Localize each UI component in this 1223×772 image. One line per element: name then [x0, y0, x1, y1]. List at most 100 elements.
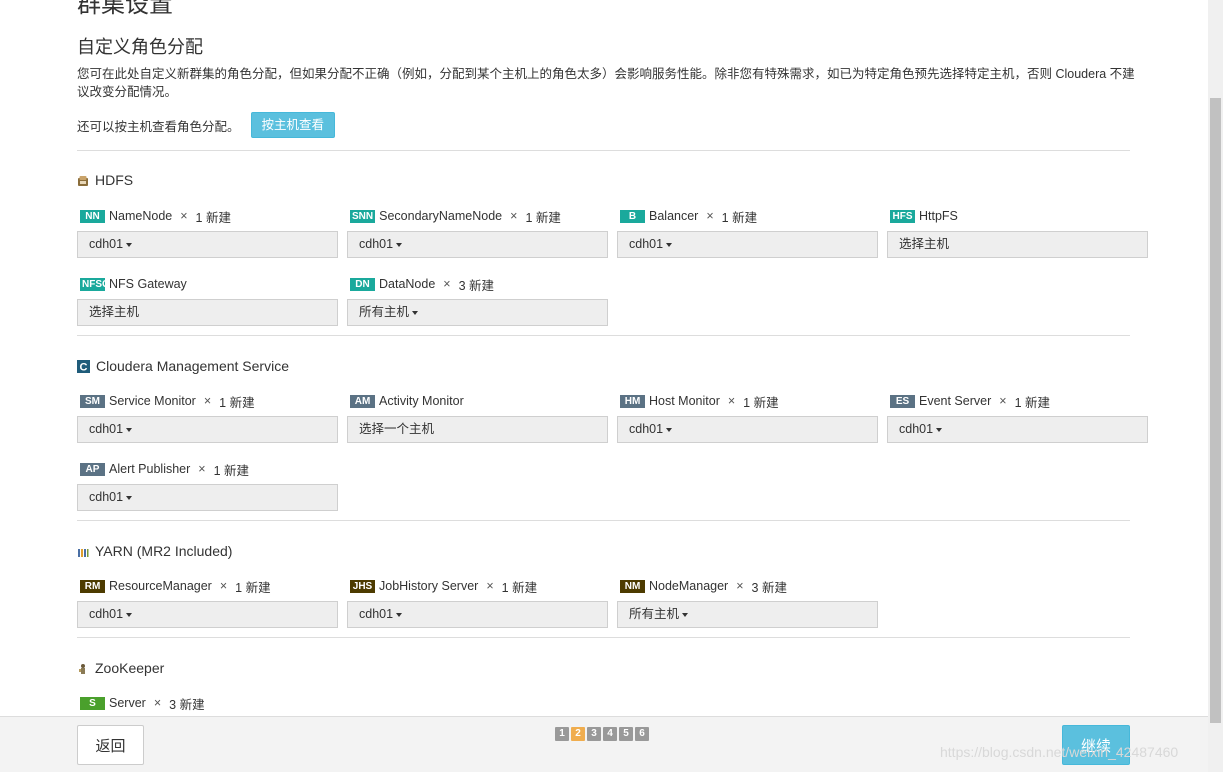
service-name: Cloudera Management Service: [96, 358, 289, 374]
role-datanode: DN DataNode × 3 新建 所有主机: [347, 275, 609, 326]
step-5: 5: [619, 727, 633, 741]
role-badge: RM: [80, 579, 105, 593]
host-selector[interactable]: 选择主机: [887, 231, 1148, 258]
times-icon: ×: [736, 579, 744, 593]
role-name: Service Monitor: [109, 394, 196, 408]
times-icon: ×: [198, 462, 206, 476]
scrollbar-thumb[interactable]: [1210, 98, 1221, 723]
role-badge: JHS: [350, 579, 375, 593]
role-count: 1 新建: [1014, 395, 1051, 410]
role-name: Host Monitor: [649, 394, 720, 408]
role-name: HttpFS: [919, 209, 958, 223]
caret-down-icon: [396, 612, 403, 617]
role-balancer: B Balancer × 1 新建 cdh01: [617, 207, 879, 258]
times-icon: ×: [510, 209, 518, 223]
role-count: 1 新建: [195, 210, 231, 225]
vertical-scrollbar[interactable]: [1208, 0, 1223, 772]
page-subtitle: 自定义角色分配: [77, 37, 203, 57]
caret-down-icon: [666, 427, 673, 432]
host-selector[interactable]: 所有主机: [347, 299, 608, 326]
watermark: https://blog.csdn.net/weixin_42487460: [940, 744, 1179, 760]
step-6: 6: [635, 727, 649, 741]
divider: [77, 520, 1130, 521]
hdfs-icon: [77, 174, 89, 186]
role-name: Activity Monitor: [379, 394, 464, 408]
host-selector[interactable]: cdh01: [77, 416, 338, 443]
host-selector[interactable]: cdh01: [617, 231, 878, 258]
svg-text:C: C: [80, 361, 88, 373]
role-host-monitor: HM Host Monitor × 1 新建 cdh01: [617, 392, 879, 443]
host-selector[interactable]: cdh01: [617, 416, 878, 443]
caret-down-icon: [126, 242, 133, 247]
caret-down-icon: [396, 242, 403, 247]
role-name: ResourceManager: [109, 579, 212, 593]
host-selector[interactable]: 选择主机: [77, 299, 338, 326]
host-selector[interactable]: 所有主机: [617, 601, 878, 628]
divider: [77, 150, 1130, 151]
caret-down-icon: [126, 612, 133, 617]
host-selector[interactable]: cdh01: [347, 231, 608, 258]
times-icon: ×: [219, 579, 228, 593]
role-count: 3 新建: [169, 697, 205, 712]
cloudera-icon: C: [77, 359, 90, 373]
role-badge: HM: [620, 394, 645, 408]
role-count: 3 新建: [751, 580, 787, 595]
host-selector[interactable]: cdh01: [347, 601, 608, 628]
role-badge: ES: [890, 394, 915, 408]
role-badge: SNN: [350, 209, 376, 223]
role-badge: NM: [620, 579, 645, 593]
host-selector[interactable]: cdh01: [77, 484, 338, 511]
page-title: 群集设置: [77, 0, 173, 18]
host-selector[interactable]: cdh01: [887, 416, 1148, 443]
times-icon: ×: [706, 209, 714, 223]
step-4: 4: [603, 727, 617, 741]
role-count: 1 新建: [525, 210, 561, 225]
role-httpfs: HFS HttpFS 选择主机: [887, 207, 1149, 258]
role-count: 1 新建: [213, 463, 250, 478]
caret-down-icon: [126, 495, 133, 500]
role-namenode: NN NameNode × 1 新建 cdh01: [77, 207, 339, 258]
caret-down-icon: [936, 427, 943, 432]
role-name: Alert Publisher: [109, 462, 191, 476]
role-resourcemanager: RM ResourceManager × 1 新建 cdh01: [77, 577, 339, 628]
page-description: 您可在此处自定义新群集的角色分配，但如果分配不正确（例如，分配到某个主机上的角色…: [77, 67, 1135, 99]
host-selector[interactable]: 选择一个主机: [347, 416, 608, 443]
role-name: NodeManager: [649, 579, 729, 593]
times-icon: ×: [727, 394, 736, 408]
role-name: NFS Gateway: [109, 277, 187, 291]
service-title-yarn: YARN (MR2 Included): [77, 543, 232, 559]
times-icon: ×: [180, 209, 188, 223]
step-2: 2: [571, 727, 585, 741]
service-name: HDFS: [95, 172, 134, 188]
host-selector[interactable]: cdh01: [77, 601, 338, 628]
role-name: Balancer: [649, 209, 699, 223]
role-activity-monitor: AM Activity Monitor 选择一个主机: [347, 392, 609, 443]
role-badge: NFSG: [80, 277, 105, 291]
role-count: 1 新建: [721, 210, 758, 225]
role-badge: SM: [80, 394, 105, 408]
role-count: 1 新建: [743, 395, 779, 410]
divider: [77, 637, 1130, 638]
role-name: Server: [109, 696, 146, 710]
host-view-text: 还可以按主机查看角色分配。: [77, 119, 240, 134]
times-icon: ×: [153, 696, 162, 710]
caret-down-icon: [126, 427, 133, 432]
host-view-row: 还可以按主机查看角色分配。 按主机查看: [77, 112, 336, 138]
caret-down-icon: [412, 310, 419, 315]
role-event-server: ES Event Server × 1 新建 cdh01: [887, 392, 1149, 443]
role-jobhistory-server: JHS JobHistory Server × 1 新建 cdh01: [347, 577, 609, 628]
back-button[interactable]: 返回: [77, 725, 144, 765]
role-name: JobHistory Server: [379, 579, 479, 593]
role-zk-server: S Server × 3 新建: [77, 694, 339, 712]
role-alert-publisher: AP Alert Publisher × 1 新建 cdh01: [77, 460, 339, 511]
step-3: 3: [587, 727, 601, 741]
role-badge: AM: [350, 394, 375, 408]
role-name: DataNode: [379, 277, 436, 291]
wizard-footer: 返回 1 2 3 4 5 6 继续 https://blog.csdn.net/…: [0, 716, 1208, 772]
service-name: YARN (MR2 Included): [95, 543, 233, 559]
service-title-hdfs: HDFS: [77, 172, 133, 188]
view-by-host-button[interactable]: 按主机查看: [250, 112, 336, 138]
step-1: 1: [555, 727, 569, 741]
service-name: ZooKeeper: [95, 660, 165, 676]
host-selector[interactable]: cdh01: [77, 231, 338, 258]
